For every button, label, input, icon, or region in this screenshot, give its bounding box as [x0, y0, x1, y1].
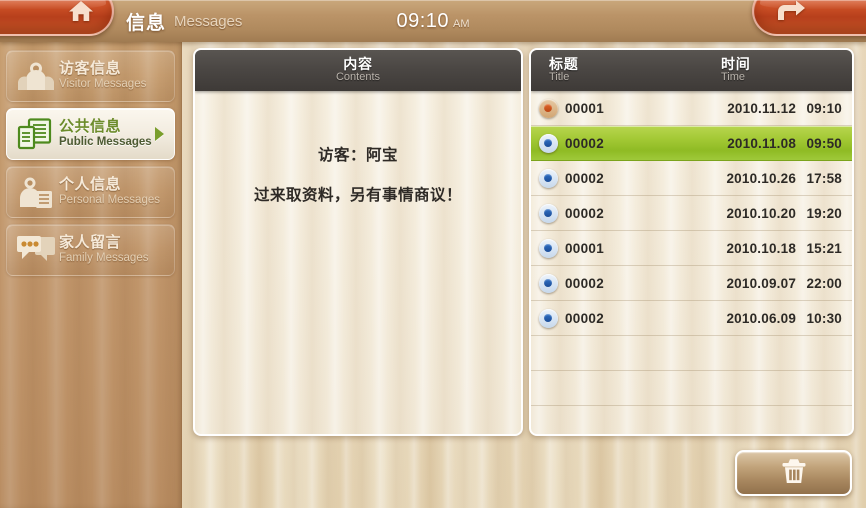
message-list-row[interactable]: 00002 2010.11.08 09:50: [531, 126, 852, 161]
column-header-title: 标题 Title: [531, 57, 641, 83]
message-row-timestamp: 2010.10.26 17:58: [700, 171, 852, 186]
message-list-row[interactable]: 00002 2010.06.09 10:30: [531, 301, 852, 336]
sidebar-item-visitor-messages[interactable]: 访客信息 Visitor Messages: [6, 50, 175, 102]
clock-time: 09:10: [396, 9, 450, 32]
message-list-body: 00001 2010.11.12 09:10 00002 2010.11.08 09:…: [531, 91, 852, 434]
message-row-time: 19:20: [806, 205, 842, 221]
message-body: 访客：阿宝 过来取资料，另有事情商议！: [195, 91, 521, 434]
sidebar-item-en: Family Messages: [59, 251, 149, 264]
message-row-date: 2010.10.20: [726, 205, 797, 221]
top-bar: 信息 Messages 09:10 AM: [0, 0, 866, 42]
read-dot-icon: [531, 203, 565, 223]
sidebar-item-label-group: 家人留言 Family Messages: [59, 234, 149, 265]
trash-icon: [779, 456, 809, 491]
chevron-right-icon: [155, 127, 164, 141]
message-list-header: 标题 Title 时间 Time: [531, 50, 852, 91]
column-header-time: 时间 Time: [641, 57, 852, 83]
sidebar-item-label-group: 访客信息 Visitor Messages: [59, 60, 147, 91]
sidebar-item-public-messages[interactable]: 公共信息 Public Messages: [6, 108, 175, 160]
message-list-row[interactable]: 00001 2010.11.12 09:10: [531, 91, 852, 126]
page-title: 信息 Messages: [126, 0, 242, 42]
message-row-date: 2010.06.09: [726, 310, 797, 326]
message-row-timestamp: 2010.10.18 15:21: [700, 241, 852, 256]
message-center-screen: 信息 Messages 09:10 AM 访客信息 Visitor Messag…: [0, 0, 866, 508]
message-row-timestamp: 2010.10.20 19:20: [700, 206, 852, 221]
message-row-time: 17:58: [806, 170, 842, 186]
message-row-date: 2010.11.12: [727, 100, 797, 116]
message-row-title: 00002: [565, 275, 605, 291]
message-row-date: 2010.11.08: [727, 135, 797, 151]
column-header-time-en: Time: [721, 71, 746, 84]
message-text-line: 过来取资料，另有事情商议！: [253, 187, 462, 204]
message-list-row[interactable]: 00002 2010.09.07 22:00: [531, 266, 852, 301]
message-row-title: 00002: [565, 205, 605, 221]
message-row-timestamp: 2010.11.08 09:50: [700, 136, 852, 151]
speech-bubble-icon: [13, 235, 59, 265]
column-header-title-en: Title: [549, 71, 570, 84]
column-header-title-cn: 标题: [549, 56, 579, 73]
message-row-time: 09:50: [806, 135, 842, 151]
message-row-title: 00002: [565, 310, 605, 326]
column-header-time-cn: 时间: [721, 56, 751, 73]
read-dot-icon: [531, 308, 565, 328]
sidebar-item-personal-messages[interactable]: 个人信息 Personal Messages: [6, 166, 175, 218]
delete-button[interactable]: [735, 450, 852, 496]
message-row-date: 2010.10.26: [726, 170, 797, 186]
sidebar-item-cn: 个人信息: [59, 176, 122, 194]
sidebar-item-label-group: 公共信息 Public Messages: [59, 118, 152, 149]
contents-panel: 内容 Contents 访客：阿宝 过来取资料，另有事情商议！: [193, 48, 523, 436]
read-dot-icon: [531, 168, 565, 188]
message-list-row[interactable]: 00002 2010.10.26 17:58: [531, 161, 852, 196]
person-document-icon: [13, 176, 59, 208]
sidebar-item-en: Visitor Messages: [59, 77, 147, 90]
contents-header-en: Contents: [335, 71, 381, 84]
message-sender-line: 访客：阿宝: [317, 147, 398, 164]
read-dot-icon: [531, 133, 565, 153]
message-row-title: 00001: [565, 100, 605, 116]
message-list-row[interactable]: 00001 2010.10.18 15:21: [531, 231, 852, 266]
message-row-timestamp: 2010.06.09 10:30: [700, 311, 852, 326]
read-dot-icon: [531, 238, 565, 258]
message-row-time: 22:00: [806, 275, 842, 291]
message-row-time: 09:10: [806, 100, 842, 116]
home-icon: [68, 0, 94, 28]
message-list-row[interactable]: 00002 2010.10.20 19:20: [531, 196, 852, 231]
contents-header-cn: 内容: [343, 56, 373, 73]
message-row-time: 10:30: [806, 310, 842, 326]
sidebar-item-en: Public Messages: [59, 135, 152, 148]
message-row-title: 00001: [565, 240, 605, 256]
message-list-panel: 标题 Title 时间 Time 00001 2010.11.12 09:10 00…: [529, 48, 854, 436]
page-title-cn: 信息: [126, 12, 167, 34]
message-row-title: 00002: [565, 135, 605, 151]
message-row-date: 2010.09.07: [726, 275, 797, 291]
sidebar-item-cn: 访客信息: [59, 60, 122, 78]
message-list-row-empty: [531, 406, 852, 434]
contents-header-labels: 内容 Contents: [336, 57, 380, 83]
message-row-date: 2010.10.18: [726, 240, 797, 256]
sidebar-item-cn: 家人留言: [59, 234, 122, 252]
message-row-timestamp: 2010.09.07 22:00: [700, 276, 852, 291]
sidebar-item-family-messages[interactable]: 家人留言 Family Messages: [6, 224, 175, 276]
message-row-timestamp: 2010.11.12 09:10: [700, 101, 852, 116]
sidebar: 访客信息 Visitor Messages 公共信息 Public Messag…: [0, 42, 182, 508]
message-row-title: 00002: [565, 170, 605, 186]
message-list-row-empty: [531, 371, 852, 406]
message-list-row-empty: [531, 336, 852, 371]
back-button[interactable]: [752, 0, 866, 36]
sidebar-item-en: Personal Messages: [59, 193, 160, 206]
contents-panel-header: 内容 Contents: [195, 50, 521, 91]
visitor-camera-icon: [13, 61, 59, 91]
sidebar-item-label-group: 个人信息 Personal Messages: [59, 176, 160, 207]
unread-dot-icon: [531, 98, 565, 118]
public-document-icon: [13, 118, 59, 150]
return-arrow-icon: [772, 0, 806, 28]
page-title-en: Messages: [174, 12, 243, 30]
home-button[interactable]: [0, 0, 114, 36]
clock-ampm: AM: [453, 18, 470, 30]
message-row-time: 15:21: [806, 240, 842, 256]
read-dot-icon: [531, 273, 565, 293]
sidebar-item-cn: 公共信息: [59, 118, 122, 136]
